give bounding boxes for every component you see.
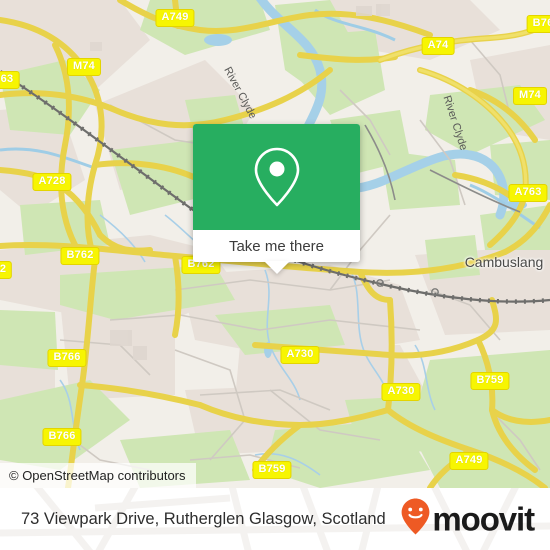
- moovit-pin-smile-icon: [400, 498, 431, 541]
- road-shield: A730: [381, 383, 421, 401]
- popup-image-panel: [193, 124, 360, 230]
- map-screenshot: A749A74B76M7463M74A728A763B762B7622B766A…: [0, 0, 550, 550]
- road-shield: M74: [513, 87, 547, 105]
- road-shield: 63: [0, 71, 20, 89]
- road-shield: A728: [32, 173, 72, 191]
- popup-pointer-tail: [263, 261, 290, 274]
- road-shield: A763: [508, 184, 548, 202]
- moovit-wordmark: moovit: [432, 500, 535, 538]
- road-shield: B766: [42, 428, 82, 446]
- map-pin-icon: [250, 145, 304, 209]
- location-popup-card[interactable]: Take me there: [193, 124, 360, 274]
- map-canvas[interactable]: A749A74B76M7463M74A728A763B762B7622B766A…: [0, 0, 550, 488]
- road-shield: A749: [155, 9, 195, 27]
- road-shield: B762: [60, 247, 100, 265]
- road-shield: B76: [526, 15, 550, 33]
- road-shield: B759: [470, 372, 510, 390]
- address-text: 73 Viewpark Drive, Rutherglen Glasgow, S…: [21, 509, 386, 528]
- road-shield: B759: [252, 461, 292, 479]
- osm-attribution-text: © OpenStreetMap contributors: [9, 468, 186, 483]
- road-shield: B766: [47, 349, 87, 367]
- take-me-there-label: Take me there: [228, 237, 325, 255]
- take-me-there-button[interactable]: Take me there: [193, 230, 360, 262]
- road-shield: 2: [0, 261, 13, 279]
- road-shield: M74: [67, 58, 101, 76]
- osm-attribution[interactable]: © OpenStreetMap contributors: [0, 463, 196, 488]
- road-shield: A74: [421, 37, 455, 55]
- footer-bar: 73 Viewpark Drive, Rutherglen Glasgow, S…: [0, 488, 550, 550]
- place-label: Cambuslang: [464, 254, 544, 270]
- moovit-brand[interactable]: moovit: [400, 498, 535, 541]
- road-shield: A749: [449, 452, 489, 470]
- road-shield: A730: [280, 346, 320, 364]
